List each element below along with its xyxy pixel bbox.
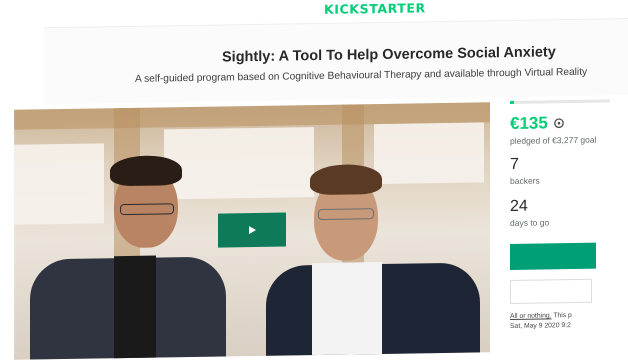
- play-icon: [249, 226, 256, 235]
- kickstarter-page: KICKSTARTER Sightly: A Tool To Help Over…: [0, 0, 628, 360]
- funding-fine-print: All or nothing. This p Sat, May 9 2020 9…: [510, 311, 590, 332]
- background-window: [374, 122, 484, 185]
- backers-label: backers: [510, 175, 540, 186]
- fine-print-text: This p: [553, 312, 572, 320]
- person-left-shirt: [114, 255, 156, 360]
- deadline-text: Sat, May 9 2020 9:2: [510, 322, 571, 330]
- person-left-glasses: [120, 203, 174, 216]
- kickstarter-logo[interactable]: KICKSTARTER: [324, 0, 426, 17]
- person-right-glasses: [318, 208, 374, 221]
- days-to-go-count: 24: [510, 197, 528, 215]
- background-window: [14, 143, 104, 225]
- play-button[interactable]: [218, 212, 286, 248]
- pledged-goal-label: pledged of €3,277 goal: [510, 134, 597, 146]
- refresh-icon[interactable]: [553, 117, 565, 129]
- pledged-amount: €135: [510, 113, 548, 133]
- person-right-hair: [310, 163, 382, 196]
- days-to-go-label: days to go: [510, 217, 550, 228]
- all-or-nothing-link[interactable]: All or nothing.: [510, 312, 552, 320]
- person-right-shirt: [312, 261, 382, 360]
- backers-count: 7: [510, 155, 519, 173]
- funding-progress-bar: [510, 99, 610, 104]
- person-left-hair: [110, 155, 182, 187]
- remind-me-button[interactable]: [510, 278, 592, 304]
- background-window: [164, 127, 314, 200]
- back-this-project-button[interactable]: [510, 242, 596, 270]
- campaign-sidebar: €135 pledged of €3,277 goal 7 backers 24…: [510, 94, 628, 350]
- funding-progress-fill: [510, 100, 514, 104]
